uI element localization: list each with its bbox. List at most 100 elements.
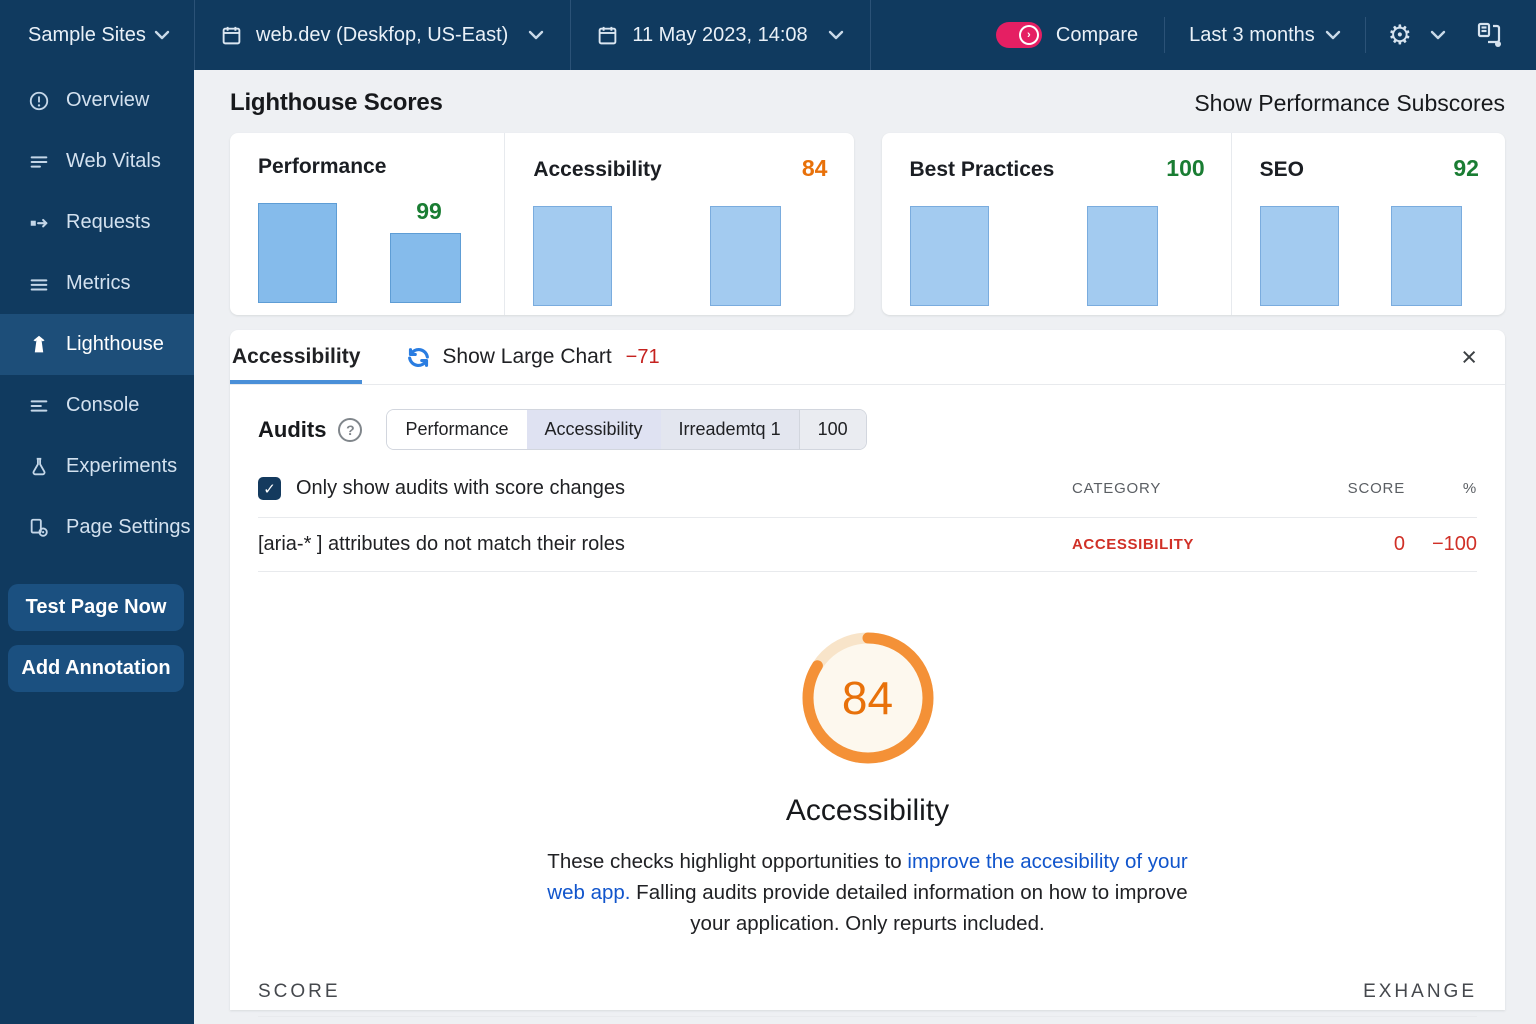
chevron-down-icon <box>828 30 844 40</box>
site-group-select[interactable]: Sample Sites <box>0 0 194 70</box>
footer-exhange-header: EXHANGE <box>1363 981 1477 1002</box>
accessibility-score-card[interactable]: Accessibility 84 <box>504 133 853 315</box>
audit-percent: −100 <box>1431 533 1477 555</box>
performance-score-card[interactable]: Performance 99 <box>230 133 504 315</box>
compare-toggle-group: › Compare <box>970 0 1164 70</box>
gauge-label: Accessibility <box>785 794 950 827</box>
mini-bar-chart <box>533 206 827 306</box>
sidebar-item-page-settings[interactable]: Page Settings <box>0 497 194 558</box>
audit-category: ACCESSIBILITY <box>1072 536 1194 553</box>
page-header: Lighthouse Scores Show Performance Subsc… <box>230 70 1505 133</box>
date-select-label: 11 May 2023, 14:08 <box>632 23 808 46</box>
date-select[interactable]: 11 May 2023, 14:08 <box>571 0 869 70</box>
bar <box>390 233 462 303</box>
page-gear-icon <box>27 517 51 539</box>
page-select-label: web.dev (Deskfop, US-East) <box>256 23 509 46</box>
sidebar-item-label: Console <box>66 394 140 416</box>
lighthouse-icon <box>27 334 51 356</box>
lines-icon <box>27 273 51 295</box>
sidebar-item-web-vitals[interactable]: Web Vitals <box>0 131 194 192</box>
date-range-select[interactable]: Last 3 months <box>1165 0 1365 70</box>
gauge-section: 84 Accessibility These checks highlight … <box>258 628 1477 939</box>
calendar-icon <box>597 25 618 46</box>
category-column-header: CATEGORY <box>1072 480 1162 497</box>
sidebar-item-label: Page Settings <box>66 516 191 538</box>
sidebar-item-metrics[interactable]: Metrics <box>0 253 194 314</box>
close-icon[interactable]: × <box>1461 343 1477 371</box>
filter-row: ✓ Only show audits with score changes CA… <box>258 477 1477 517</box>
gear-icon: ⚙ <box>1387 19 1412 50</box>
calendar-icon <box>221 25 242 46</box>
tab-accessibility[interactable]: Accessibility <box>230 330 363 384</box>
card-score: 92 <box>1453 155 1479 181</box>
sidebar-item-label: Metrics <box>66 272 131 294</box>
mini-bar-chart <box>1259 206 1479 306</box>
segment-accessibility[interactable]: Accessibility <box>526 410 661 449</box>
card-score: 99 <box>416 198 442 224</box>
panel-footer-headers: SCORE EXHANGE <box>258 981 1477 1017</box>
topbar: Sample Sites web.dev (Deskfop, US-East) … <box>0 0 1536 70</box>
audit-score: 0 <box>1393 533 1405 555</box>
score-cards-row: Performance 99 Accessibility 84 Best Pra… <box>230 133 1505 315</box>
sidebar-item-label: Requests <box>66 211 151 233</box>
description-text: Falling audits provide detailed informat… <box>630 881 1188 935</box>
chevron-down-icon <box>528 30 544 40</box>
gauge-value: 84 <box>841 672 894 724</box>
segment-performance[interactable]: Performance <box>387 410 527 449</box>
sidebar-item-label: Overview <box>66 89 150 111</box>
compare-label: Compare <box>1055 23 1139 46</box>
seo-score-card[interactable]: SEO 92 <box>1230 133 1505 315</box>
accessibility-gauge: 84 <box>798 628 938 768</box>
sidebar-item-label: Experiments <box>66 455 178 477</box>
divider <box>869 0 871 70</box>
show-performance-subscores-link[interactable]: Show Performance Subscores <box>1194 90 1505 117</box>
add-annotation-button[interactable]: Add Annotation <box>8 645 184 692</box>
audit-table-row[interactable]: [aria-* ] attributes do not match their … <box>258 517 1477 572</box>
gauge-description: These checks highlight opportunities to … <box>535 846 1200 939</box>
flask-icon <box>27 456 51 478</box>
segment-irreademtq[interactable]: Irreademtq 1 <box>660 410 799 449</box>
show-large-chart-button[interactable]: Show Large Chart <box>406 345 612 370</box>
check-icon: ✓ <box>263 480 276 498</box>
test-device-icon[interactable] <box>1460 0 1536 70</box>
card-group-left: Performance 99 Accessibility 84 <box>230 133 854 315</box>
card-score: 84 <box>801 155 828 181</box>
bar <box>1391 206 1463 306</box>
bar <box>1086 206 1158 306</box>
page-title: Lighthouse Scores <box>230 89 443 116</box>
mini-bar-chart <box>909 206 1205 306</box>
page-select[interactable]: web.dev (Deskfop, US-East) <box>195 0 570 70</box>
best-practices-score-card[interactable]: Best Practices 100 <box>882 133 1231 315</box>
score-changes-checkbox[interactable]: ✓ <box>258 477 281 500</box>
panel-body: Audits ? Performance Accessibility Irrea… <box>230 385 1505 1017</box>
help-icon[interactable]: ? <box>338 417 363 442</box>
bar <box>1259 206 1339 306</box>
list-icon <box>27 151 51 173</box>
info-icon <box>27 90 51 112</box>
settings-menu[interactable]: ⚙ <box>1366 0 1460 70</box>
request-arrow-icon <box>27 212 51 234</box>
date-range-label: Last 3 months <box>1189 23 1315 46</box>
sidebar-item-console[interactable]: Console <box>0 375 194 436</box>
sidebar-item-experiments[interactable]: Experiments <box>0 436 194 497</box>
tab-row: Accessibility Show Large Chart −71 × <box>230 330 1505 385</box>
site-group-label: Sample Sites <box>28 23 146 46</box>
segment-100[interactable]: 100 <box>798 410 866 449</box>
sync-icon <box>406 345 431 370</box>
percent-column-header: % <box>1462 480 1477 497</box>
sidebar-item-overview[interactable]: Overview <box>0 70 194 131</box>
accessibility-detail-panel: Accessibility Show Large Chart −71 × Aud… <box>230 330 1505 1017</box>
bar <box>258 203 337 303</box>
compare-toggle[interactable]: › <box>995 22 1042 48</box>
bar <box>533 206 613 306</box>
show-large-chart-label: Show Large Chart <box>442 345 612 368</box>
chevron-down-icon <box>154 30 170 40</box>
sidebar-item-lighthouse[interactable]: Lighthouse <box>0 314 194 375</box>
toggle-knob: › <box>1018 25 1039 45</box>
checkbox-label: Only show audits with score changes <box>296 477 626 499</box>
audits-controls: Audits ? Performance Accessibility Irrea… <box>258 409 1477 450</box>
console-icon <box>27 395 51 417</box>
sidebar-item-requests[interactable]: Requests <box>0 192 194 253</box>
audit-title: [aria-* ] attributes do not match their … <box>258 533 625 555</box>
test-page-now-button[interactable]: Test Page Now <box>8 584 184 631</box>
